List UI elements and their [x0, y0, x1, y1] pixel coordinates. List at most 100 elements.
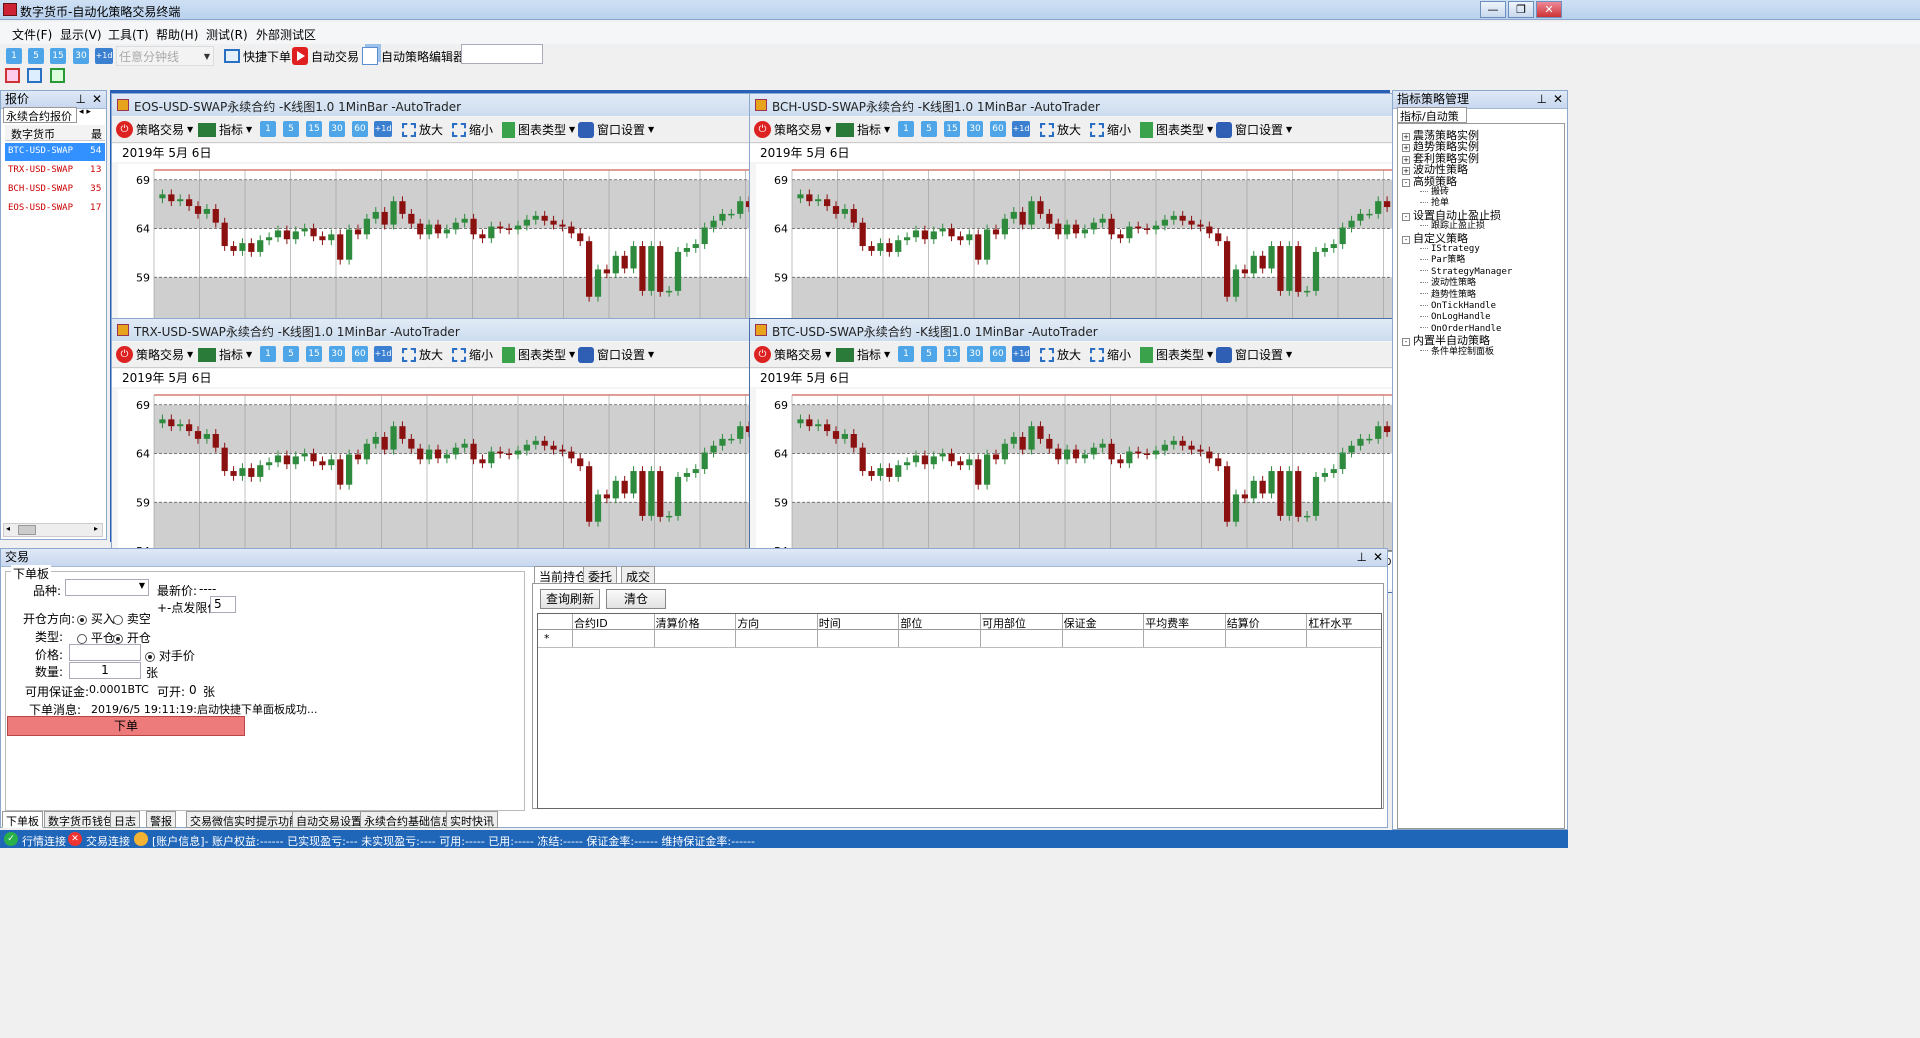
zoom-in-button[interactable]: 放大	[1040, 346, 1081, 363]
toolbar-search-input[interactable]	[461, 44, 543, 64]
column-header[interactable]: 方向	[737, 615, 759, 631]
chart-period-30-button[interactable]: 30	[329, 346, 345, 362]
close-icon[interactable]: ✕	[1373, 549, 1383, 566]
chart-period-30-button[interactable]: 30	[967, 121, 983, 137]
chart-period-15-button[interactable]: 15	[306, 121, 322, 137]
column-header[interactable]: 时间	[819, 615, 841, 631]
counter-price-radio[interactable]: 对手价	[145, 647, 195, 664]
submit-order-button[interactable]: 下单	[7, 716, 245, 736]
bottom-tab[interactable]: 下单板	[2, 811, 43, 828]
indicator-button[interactable]: 指标 ▼	[198, 346, 252, 363]
chart-calendar-button[interactable]: +1d	[374, 121, 392, 137]
tab-scroll-arrows[interactable]: ◂ ▸	[79, 107, 105, 123]
period-15-button[interactable]: 15	[50, 46, 66, 66]
pin-icon[interactable]: ⊥	[1357, 549, 1367, 566]
zoom-out-button[interactable]: 缩小	[1090, 346, 1131, 363]
strategy-trade-button[interactable]: ⏻ 策略交易 ▼	[116, 121, 193, 138]
layout-3-icon[interactable]	[50, 68, 65, 83]
chart-period-5-button[interactable]: 5	[921, 346, 937, 362]
zoom-in-button[interactable]: 放大	[1040, 121, 1081, 138]
chart-type-button[interactable]: 图表类型 ▼	[1140, 121, 1213, 138]
column-header[interactable]: 可用部位	[982, 615, 1026, 631]
menu-view[interactable]: 显示(V)	[60, 26, 102, 43]
chart-period-30-button[interactable]: 30	[329, 121, 345, 137]
chart-period-60-button[interactable]: 60	[990, 346, 1006, 362]
collapse-icon[interactable]: -	[1402, 235, 1410, 244]
column-header[interactable]: 保证金	[1064, 615, 1097, 631]
pin-icon[interactable]: ⊥	[1537, 91, 1547, 108]
quote-row[interactable]: BTC-USD-SWAP 54	[5, 143, 105, 161]
chart-period-1-button[interactable]: 1	[898, 121, 914, 137]
chart-calendar-button[interactable]: +1d	[374, 346, 392, 362]
chart-period-5-button[interactable]: 5	[921, 121, 937, 137]
column-header[interactable]: 清算价格	[656, 615, 700, 631]
bottom-tab[interactable]: 永续合约基础信息	[360, 811, 456, 828]
quote-row[interactable]: TRX-USD-SWAP 13	[5, 162, 105, 180]
calendar-button[interactable]: +1d	[95, 46, 113, 66]
auto-trade-button[interactable]: 自动交易	[292, 46, 359, 66]
bottom-tab[interactable]: 数字货币钱包	[44, 811, 118, 828]
bottom-tab[interactable]: 日志	[110, 811, 140, 828]
maximize-button[interactable]: ❐	[1508, 1, 1534, 18]
chart-period-15-button[interactable]: 15	[944, 121, 960, 137]
period-30-button[interactable]: 30	[73, 46, 89, 66]
layout-2-icon[interactable]	[27, 68, 42, 83]
scroll-right-icon[interactable]: ▸	[94, 524, 98, 533]
any-period-select[interactable]: 任意分钟线 ▼	[116, 46, 214, 66]
column-header[interactable]: 结算价	[1227, 615, 1260, 631]
window-settings-button[interactable]: 窗口设置 ▼	[578, 121, 654, 138]
sell-radio[interactable]: 卖空	[113, 610, 151, 627]
window-settings-button[interactable]: 窗口设置 ▼	[1216, 346, 1292, 363]
chart-period-15-button[interactable]: 15	[944, 346, 960, 362]
collapse-icon[interactable]: -	[1402, 212, 1410, 221]
chart-period-30-button[interactable]: 30	[967, 346, 983, 362]
zoom-in-button[interactable]: 放大	[402, 346, 443, 363]
period-5-button[interactable]: 5	[28, 46, 44, 66]
indicator-button[interactable]: 指标 ▼	[836, 346, 890, 363]
chart-period-60-button[interactable]: 60	[352, 346, 368, 362]
qty-input[interactable]: 1	[69, 662, 141, 679]
menu-tools[interactable]: 工具(T)	[108, 26, 149, 43]
refresh-button[interactable]: 查询刷新	[540, 589, 600, 609]
pin-icon[interactable]: ⊥	[76, 91, 86, 108]
collapse-icon[interactable]: -	[1402, 338, 1410, 347]
points-input[interactable]: 5	[210, 596, 236, 613]
quote-row[interactable]: BCH-USD-SWAP 35	[5, 181, 105, 199]
buy-radio[interactable]: 买入	[77, 610, 115, 627]
window-settings-button[interactable]: 窗口设置 ▼	[578, 346, 654, 363]
chart-period-1-button[interactable]: 1	[260, 121, 276, 137]
zoom-out-button[interactable]: 缩小	[452, 346, 493, 363]
chart-type-button[interactable]: 图表类型 ▼	[502, 346, 575, 363]
window-settings-button[interactable]: 窗口设置 ▼	[1216, 121, 1292, 138]
clear-positions-button[interactable]: 清仓	[606, 589, 666, 609]
scroll-left-icon[interactable]: ◂	[6, 524, 10, 533]
bottom-tab[interactable]: 警报	[146, 811, 176, 828]
tab-orders[interactable]: 委托	[583, 566, 618, 584]
chart-period-1-button[interactable]: 1	[260, 346, 276, 362]
strategy-trade-button[interactable]: ⏻ 策略交易 ▼	[116, 346, 193, 363]
price-input[interactable]	[69, 644, 141, 661]
bottom-tab[interactable]: 自动交易设置	[292, 811, 366, 828]
column-header[interactable]: 合约ID	[574, 615, 608, 631]
zoom-out-button[interactable]: 缩小	[452, 121, 493, 138]
quote-horizontal-scrollbar[interactable]: ◂ ▸	[3, 523, 103, 537]
chart-period-5-button[interactable]: 5	[283, 346, 299, 362]
chart-type-button[interactable]: 图表类型 ▼	[1140, 346, 1213, 363]
quote-row[interactable]: EOS-USD-SWAP 17	[5, 200, 105, 218]
menu-external-test[interactable]: 外部测试区	[256, 26, 316, 43]
column-header[interactable]: 平均费率	[1145, 615, 1189, 631]
strategy-trade-button[interactable]: ⏻ 策略交易 ▼	[754, 121, 831, 138]
close-icon[interactable]: ✕	[92, 91, 102, 108]
strategy-trade-button[interactable]: ⏻ 策略交易 ▼	[754, 346, 831, 363]
chart-period-60-button[interactable]: 60	[352, 121, 368, 137]
column-header[interactable]: 杠杆水平	[1308, 615, 1352, 631]
period-1-button[interactable]: 1	[6, 46, 22, 66]
tab-indicator-strategy[interactable]: 指标/自动策略	[1397, 107, 1467, 139]
indicator-button[interactable]: 指标 ▼	[198, 121, 252, 138]
new-row[interactable]: *	[538, 630, 1381, 648]
menu-test[interactable]: 测试(R)	[206, 26, 248, 43]
close-button[interactable]: ✕	[1536, 1, 1562, 18]
column-header[interactable]: 部位	[900, 615, 922, 631]
tab-perpetual-quotes[interactable]: 永续合约报价	[3, 107, 77, 123]
chart-type-button[interactable]: 图表类型 ▼	[502, 121, 575, 138]
